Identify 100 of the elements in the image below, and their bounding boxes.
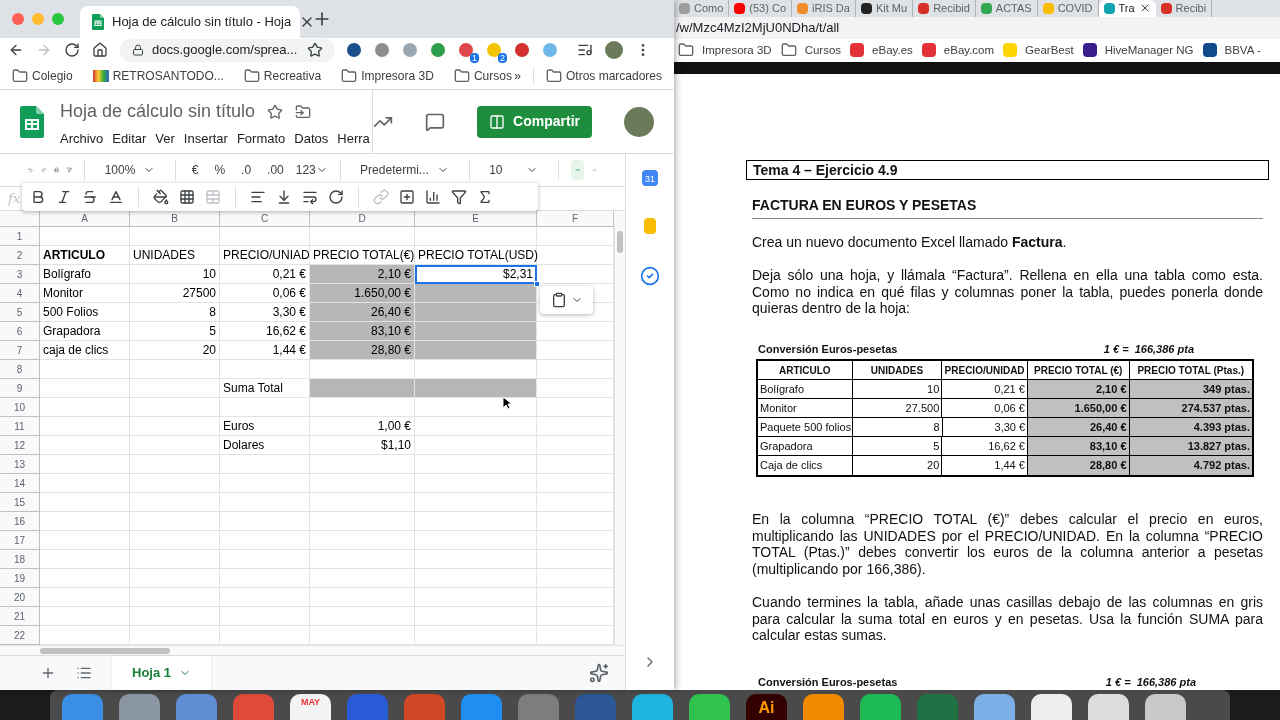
zoom-dropdown[interactable]: 100%: [96, 161, 164, 179]
bookmark-item[interactable]: GearBest: [1003, 41, 1074, 59]
comments-icon[interactable]: [425, 111, 446, 132]
table-cell[interactable]: [40, 455, 130, 474]
row-number[interactable]: 19: [0, 569, 40, 588]
row-number[interactable]: 10: [0, 398, 40, 417]
row-number[interactable]: 4: [0, 284, 40, 303]
font-dropdown[interactable]: Predetermi...: [352, 161, 457, 179]
bookmark-item[interactable]: Colegio: [12, 66, 73, 85]
fill-handle[interactable]: [534, 281, 540, 287]
row-number[interactable]: 9: [0, 379, 40, 398]
text-color-icon[interactable]: [108, 189, 124, 205]
table-cell[interactable]: [40, 588, 130, 607]
table-cell[interactable]: [415, 455, 537, 474]
bookmark-item[interactable]: BBVA -: [1202, 41, 1261, 59]
table-cell[interactable]: [130, 569, 220, 588]
table-cell[interactable]: 3,30 €: [220, 303, 310, 322]
table-cell[interactable]: 0,21 €: [220, 265, 310, 284]
table-cell[interactable]: Euros: [220, 417, 310, 436]
table-cell[interactable]: [220, 550, 310, 569]
table-cell[interactable]: 2,10 €: [310, 265, 415, 284]
table-cell[interactable]: Dolares: [220, 436, 310, 455]
table-cell[interactable]: [40, 607, 130, 626]
row-number[interactable]: 21: [0, 607, 40, 626]
extension-icon[interactable]: [431, 43, 445, 57]
table-cell[interactable]: [415, 284, 537, 303]
table-cell[interactable]: [130, 607, 220, 626]
comment-icon[interactable]: [399, 189, 415, 205]
bookmark-item[interactable]: RETROSANTODO...: [92, 66, 224, 85]
table-cell[interactable]: [220, 474, 310, 493]
table-cell[interactable]: [310, 474, 415, 493]
table-cell[interactable]: [415, 474, 537, 493]
text-rotation-icon[interactable]: [328, 189, 344, 205]
menu-item[interactable]: Ver: [155, 129, 175, 149]
italic-icon[interactable]: [56, 189, 72, 205]
table-cell[interactable]: 0,06 €: [220, 284, 310, 303]
bookmark-item[interactable]: eBay.com: [921, 41, 995, 59]
table-cell[interactable]: [130, 512, 220, 531]
table-cell[interactable]: [415, 569, 537, 588]
share-button[interactable]: Compartir: [477, 105, 592, 138]
row-number[interactable]: 13: [0, 455, 40, 474]
extension-icon[interactable]: [459, 43, 473, 57]
table-cell[interactable]: [220, 531, 310, 550]
bookmark-item[interactable]: Impresora 3D: [341, 66, 434, 85]
more-bookmarks-button[interactable]: »: [514, 66, 521, 85]
row-number[interactable]: 20: [0, 588, 40, 607]
media-control-icon[interactable]: [577, 42, 593, 58]
table-cell[interactable]: 1.650,00 €: [310, 284, 415, 303]
table-cell[interactable]: [40, 512, 130, 531]
table-cell[interactable]: Suma Total: [220, 379, 310, 398]
row-number[interactable]: 6: [0, 322, 40, 341]
link-icon[interactable]: [373, 189, 389, 205]
table-cell[interactable]: [415, 436, 537, 455]
table-cell[interactable]: 1,44 €: [220, 341, 310, 360]
dock-app-icon[interactable]: Ai: [746, 694, 787, 720]
tasks-icon[interactable]: [640, 266, 660, 286]
menu-item[interactable]: Archivo: [60, 129, 104, 149]
row-number[interactable]: 1: [0, 227, 40, 246]
table-cell[interactable]: [220, 455, 310, 474]
bold-icon[interactable]: [30, 189, 46, 205]
table-cell[interactable]: [310, 512, 415, 531]
borders-icon[interactable]: [179, 189, 195, 205]
minimize-window-button[interactable]: [32, 13, 44, 25]
table-cell[interactable]: [40, 569, 130, 588]
table-cell[interactable]: [310, 588, 415, 607]
table-cell[interactable]: 27500: [130, 284, 220, 303]
table-cell[interactable]: [40, 531, 130, 550]
browser-tab[interactable]: COVID: [1037, 0, 1099, 17]
sheet-tab[interactable]: Hoja 1: [112, 656, 211, 690]
table-cell[interactable]: [130, 417, 220, 436]
currency-button[interactable]: €: [187, 161, 203, 179]
row-number[interactable]: 16: [0, 512, 40, 531]
browser-tab[interactable]: Kit Mu: [855, 0, 914, 17]
table-cell[interactable]: [310, 455, 415, 474]
table-cell[interactable]: [415, 588, 537, 607]
table-cell[interactable]: [40, 379, 130, 398]
browser-tab[interactable]: Como: [674, 0, 730, 17]
table-cell[interactable]: 20: [130, 341, 220, 360]
table-cell[interactable]: 8: [130, 303, 220, 322]
chart-icon[interactable]: [425, 189, 441, 205]
browser-tab[interactable]: (53) Co: [729, 0, 793, 17]
table-cell[interactable]: [40, 417, 130, 436]
decrease-decimals-button[interactable]: .0: [237, 161, 256, 179]
table-cell[interactable]: [415, 607, 537, 626]
table-cell[interactable]: 16,62 €: [220, 322, 310, 341]
table-cell[interactable]: 5: [130, 322, 220, 341]
functions-icon[interactable]: [477, 189, 493, 205]
extension-icon[interactable]: [487, 43, 501, 57]
vertical-align-icon[interactable]: [276, 189, 292, 205]
table-cell[interactable]: $2,31: [415, 265, 537, 284]
zoom-window-button[interactable]: [52, 13, 64, 25]
table-cell[interactable]: [130, 531, 220, 550]
browser-tab[interactable]: Recibid: [913, 0, 976, 17]
table-cell[interactable]: [310, 379, 415, 398]
profile-avatar[interactable]: [605, 41, 623, 59]
align-icon[interactable]: [250, 189, 266, 205]
column-header[interactable]: F: [537, 211, 614, 227]
table-cell[interactable]: [415, 512, 537, 531]
table-cell[interactable]: PRECIO/UNIAD: [220, 246, 310, 265]
table-cell[interactable]: 1,00 €: [310, 417, 415, 436]
